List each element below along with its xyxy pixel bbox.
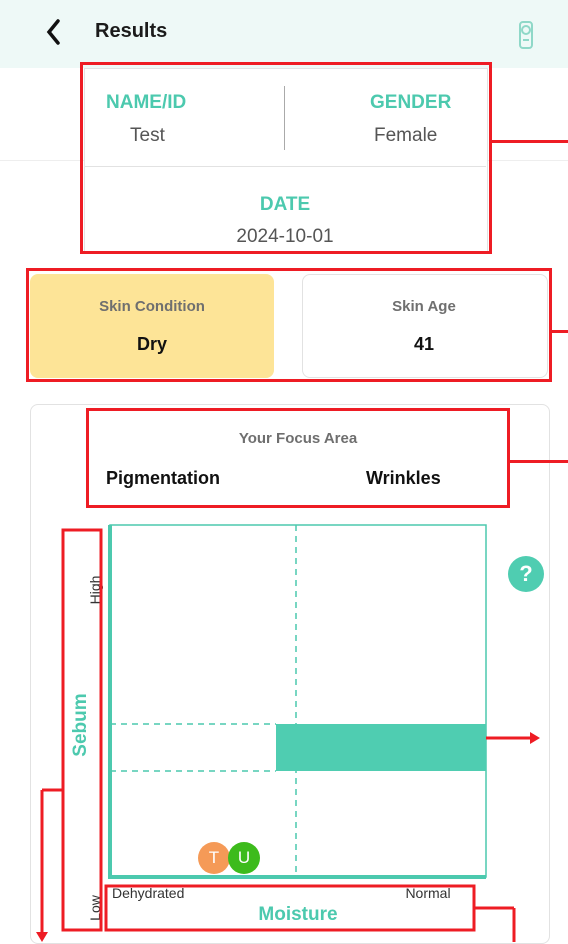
app-header: [0, 0, 568, 68]
chart-highlight-band: [276, 724, 486, 771]
device-settings-icon[interactable]: [516, 20, 536, 50]
point-u: U: [228, 842, 260, 874]
y-callout-head: [36, 932, 48, 942]
callout-line: [510, 460, 568, 463]
band-arrow-head: [530, 732, 540, 744]
callout-line: [552, 330, 568, 333]
back-chevron-icon[interactable]: [40, 15, 70, 49]
chart-plot-area: [109, 524, 487, 878]
point-t: T: [198, 842, 230, 874]
focus-highlight: [86, 408, 510, 508]
callout-line: [492, 140, 568, 143]
profile-highlight: [80, 62, 492, 254]
skin-type-chart: High Low Sebum Dehydrated Normal Moistur…: [36, 524, 540, 942]
x-axis-title: Moisture: [258, 904, 337, 925]
y-axis-title: Sebum: [70, 693, 91, 756]
skin-highlight: [26, 268, 552, 382]
page-title: Results: [95, 20, 168, 42]
